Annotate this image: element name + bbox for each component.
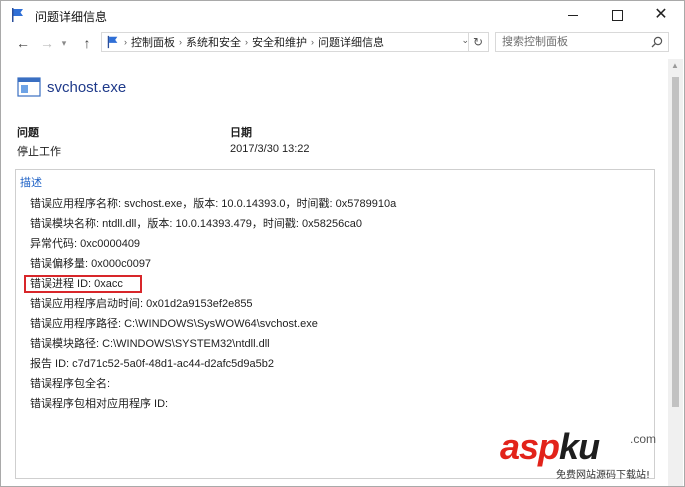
problem-label: 问题 [17, 127, 39, 139]
up-button[interactable]: ↑ [77, 33, 97, 53]
flag-icon [107, 35, 118, 49]
date-value: 2017/3/30 13:22 [230, 143, 310, 155]
search-icon[interactable] [651, 36, 663, 48]
recent-locations-button[interactable]: ▾ [57, 33, 71, 53]
detail-package-app-id: 错误程序包相对应用程序 ID: [30, 398, 169, 410]
breadcrumb-system-security[interactable]: 系统和安全 [186, 34, 241, 50]
breadcrumb-separator-icon: › [124, 37, 127, 47]
detail-exception-code: 异常代码: 0xc0000409 [30, 238, 141, 250]
search-input[interactable] [502, 34, 642, 50]
title-bar: 问题详细信息 ✕ [1, 1, 684, 29]
description-heading: 描述 [20, 177, 42, 189]
breadcrumb-separator-icon: › [311, 37, 314, 47]
flag-icon [12, 8, 23, 22]
back-button[interactable]: ← [13, 33, 33, 53]
watermark-brand-dark: ku [559, 426, 600, 467]
minimize-icon [568, 14, 578, 16]
date-label: 日期 [230, 127, 252, 139]
breadcrumb-separator-icon: › [245, 37, 248, 47]
detail-faulting-module-name: 错误模块名称: ntdll.dll，版本: 10.0.14393.479，时间戳… [30, 218, 362, 230]
detail-package-full-name: 错误程序包全名: [30, 378, 111, 390]
refresh-icon: ↻ [472, 35, 484, 49]
detail-fault-offset: 错误偏移量: 0x000c0097 [30, 258, 152, 270]
watermark-tagline: 免费网站源码下载站! [556, 470, 651, 481]
content-area: svchost.exe 问题 停止工作 日期 2017/3/30 13:22 描… [1, 59, 669, 486]
arrow-left-icon: ← [16, 35, 30, 51]
window-title: 问题详细信息 [35, 10, 108, 24]
breadcrumb-security-maintenance[interactable]: 安全和维护 [252, 34, 307, 50]
close-icon: ✕ [654, 6, 668, 23]
maximize-button[interactable] [595, 1, 639, 29]
description-list: 错误应用程序名称: svchost.exe，版本: 10.0.14393.0，时… [24, 194, 397, 414]
application-name: svchost.exe [47, 78, 127, 96]
scrollbar-thumb[interactable] [672, 77, 679, 407]
address-bar[interactable]: › 控制面板 › 系统和安全 › 安全和维护 › 问题详细信息 ⌄ ↻ [101, 32, 489, 52]
detail-faulting-app-name: 错误应用程序名称: svchost.exe，版本: 10.0.14393.0，时… [30, 198, 397, 210]
chevron-down-icon: ▾ [61, 37, 67, 48]
problem-value: 停止工作 [17, 146, 61, 158]
maximize-icon [611, 9, 623, 21]
detail-report-id: 报告 ID: c7d71c52-5a0f-48d1-ac44-d2afc5d9a… [30, 358, 274, 370]
close-button[interactable]: ✕ [639, 1, 683, 29]
refresh-button[interactable]: ↻ [468, 33, 487, 51]
app-header: svchost.exe [17, 77, 126, 97]
forward-button[interactable]: → [37, 33, 57, 53]
detail-module-path: 错误模块路径: C:\WINDOWS\SYSTEM32\ntdll.dll [30, 338, 270, 350]
vertical-scrollbar[interactable]: ▲ [668, 59, 683, 486]
application-icon [17, 77, 41, 97]
breadcrumb-separator-icon: › [179, 37, 182, 47]
highlight-box [24, 275, 142, 293]
watermark-logo: aspku .com 免费网站源码下载站! [500, 426, 680, 484]
navigation-bar: ← → ▾ ↑ › 控制面板 › 系统和安全 › 安全和维护 › 问题详细信息 … [1, 29, 684, 57]
detail-app-start-time: 错误应用程序启动时间: 0x01d2a9153ef2e855 [30, 298, 253, 310]
arrow-right-icon: → [40, 35, 54, 51]
arrow-up-icon: ↑ [83, 35, 91, 51]
scroll-up-icon[interactable]: ▲ [671, 61, 679, 70]
detail-process-id-row: 错误进程 ID: 0xacc [24, 274, 396, 294]
minimize-button[interactable] [551, 1, 595, 29]
watermark-brand-red: asp [500, 426, 560, 467]
search-box [495, 32, 669, 52]
problem-details-window: 问题详细信息 ✕ ← → ▾ ↑ › 控制面板 › 系统和安全 › 安全和维护 … [0, 0, 685, 487]
breadcrumb-control-panel[interactable]: 控制面板 [131, 34, 175, 50]
watermark-brand: aspku [500, 426, 600, 468]
detail-app-path: 错误应用程序路径: C:\WINDOWS\SysWOW64\svchost.ex… [30, 318, 318, 330]
watermark-domain: .com [630, 432, 657, 446]
breadcrumb-problem-details[interactable]: 问题详细信息 [318, 34, 384, 50]
